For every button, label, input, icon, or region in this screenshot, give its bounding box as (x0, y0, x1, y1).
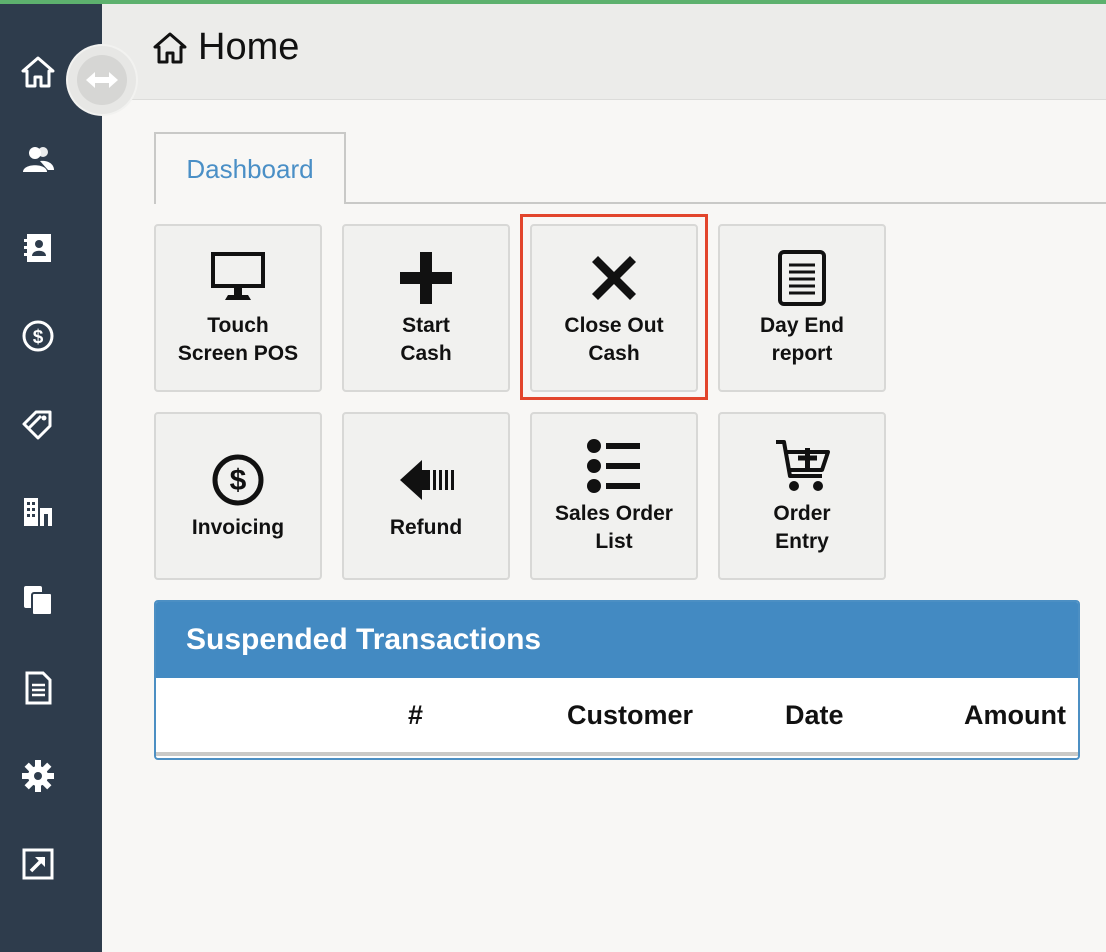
list-icon (587, 439, 640, 493)
order-entry-tile[interactable]: Order Entry (718, 412, 886, 580)
tile-label: Touch Screen POS (177, 314, 299, 365)
file-text-icon[interactable] (18, 668, 58, 708)
column-header-number[interactable]: # (408, 700, 423, 731)
document-icon (778, 250, 826, 306)
tab-dashboard[interactable]: Dashboard (154, 132, 346, 204)
column-header-customer[interactable]: Customer (567, 700, 693, 731)
home-icon[interactable] (18, 52, 58, 92)
tile-label: Refund (389, 516, 463, 539)
panel-title: Suspended Transactions (156, 602, 1078, 678)
column-header-amount[interactable]: Amount (964, 700, 1066, 731)
invoicing-tile[interactable]: $ Invoicing (154, 412, 322, 580)
page-header: Home (102, 4, 1106, 100)
tile-label: Invoicing (191, 516, 285, 539)
table-header: # Customer Date Amount (156, 678, 1078, 756)
refund-tile[interactable]: Refund (342, 412, 510, 580)
start-cash-tile[interactable]: Start Cash (342, 224, 510, 392)
tags-icon[interactable] (18, 404, 58, 444)
tab-bar-line (345, 202, 1106, 204)
arrow-left-icon (400, 460, 454, 500)
day-end-report-tile[interactable]: Day End report (718, 224, 886, 392)
external-link-icon[interactable] (18, 844, 58, 884)
arrows-horizontal-icon (86, 72, 118, 88)
svg-text:$: $ (33, 327, 44, 348)
svg-text:$: $ (230, 464, 247, 497)
gear-icon[interactable] (18, 756, 58, 796)
tile-label: Order Entry (773, 502, 831, 553)
sidebar: $ (0, 4, 102, 952)
dollar-icon[interactable]: $ (18, 316, 58, 356)
tile-label: Sales Order List (555, 502, 673, 553)
tile-label: Start Cash (400, 314, 452, 365)
dollar-circle-icon: $ (212, 454, 264, 506)
home-title-icon (153, 32, 187, 63)
cart-plus-icon (776, 440, 830, 491)
tile-label: Day End report (759, 314, 845, 365)
suspended-transactions-panel: Suspended Transactions # Customer Date A… (154, 600, 1080, 760)
sales-order-list-tile[interactable]: Sales Order List (530, 412, 698, 580)
buildings-icon[interactable] (18, 492, 58, 532)
users-icon[interactable] (18, 140, 58, 180)
monitor-icon (211, 252, 265, 300)
copy-icon[interactable] (18, 580, 58, 620)
column-header-date[interactable]: Date (785, 700, 844, 731)
x-icon (592, 256, 636, 300)
sidebar-toggle-button[interactable] (68, 46, 136, 114)
page-title-text: Home (198, 26, 300, 68)
contacts-icon[interactable] (18, 228, 58, 268)
close-out-cash-tile[interactable]: Close Out Cash (530, 224, 698, 392)
tile-label: Close Out Cash (564, 314, 664, 365)
plus-icon (400, 252, 452, 304)
touch-screen-pos-tile[interactable]: Touch Screen POS (154, 224, 322, 392)
page-title: Home (152, 26, 299, 69)
